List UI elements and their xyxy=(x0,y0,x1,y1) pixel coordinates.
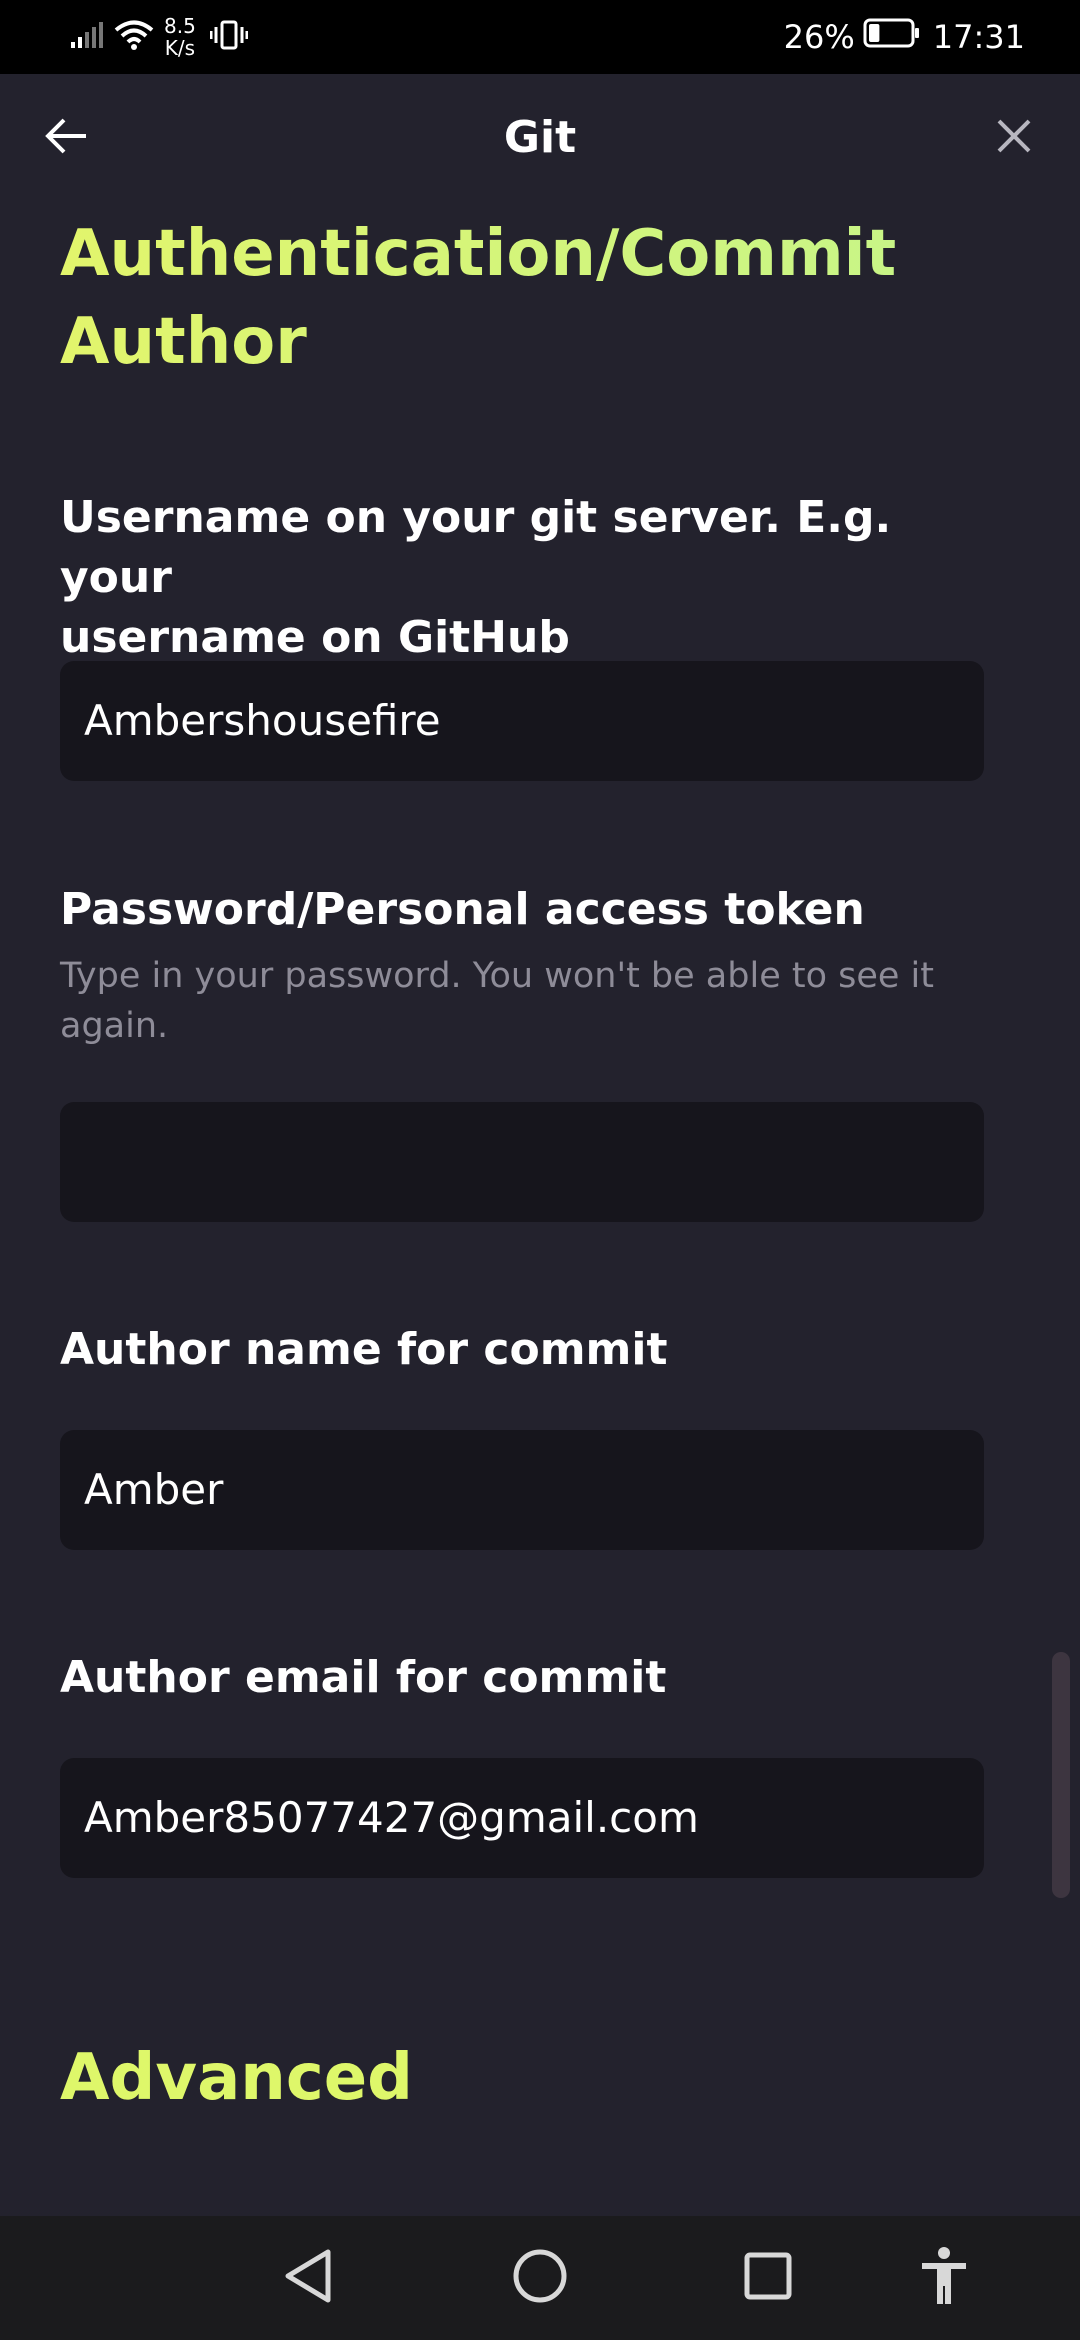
battery-icon xyxy=(863,18,921,56)
status-bar: 8.5 K/s 26% 17:31 xyxy=(0,0,1080,74)
battery-percent: 26% xyxy=(783,18,855,56)
wifi-icon xyxy=(114,19,154,55)
nav-home-button[interactable] xyxy=(500,2238,580,2318)
section-heading-auth: Authentication/Commit Author xyxy=(60,210,1000,386)
nav-bar xyxy=(0,2216,1080,2340)
scrollbar[interactable] xyxy=(1052,1652,1070,1898)
screen: 8.5 K/s 26% 17:31 Git Authentication/Com… xyxy=(0,0,1080,2340)
password-hint: Type in your password. You won't be able… xyxy=(60,951,960,1051)
clock: 17:31 xyxy=(932,18,1025,56)
nav-recents-button[interactable] xyxy=(728,2238,808,2318)
username-label: Username on your git server. E.g. your u… xyxy=(60,488,960,668)
close-button[interactable] xyxy=(984,108,1044,168)
triangle-back-icon xyxy=(282,2248,334,2308)
author-email-label: Author email for commit xyxy=(60,1652,667,1703)
nav-back-button[interactable] xyxy=(268,2238,348,2318)
password-input[interactable] xyxy=(60,1102,984,1222)
author-name-input[interactable]: Amber xyxy=(60,1430,984,1550)
app-bar: Git xyxy=(0,74,1080,208)
square-recents-icon xyxy=(743,2251,793,2305)
status-right: 26% 17:31 xyxy=(784,12,1025,62)
accessibility-icon xyxy=(919,2246,969,2310)
password-hint-line1: Type in your password. You won't be able… xyxy=(60,956,934,996)
author-name-label: Author name for commit xyxy=(60,1324,668,1375)
network-speed: 8.5 K/s xyxy=(164,15,196,59)
close-icon xyxy=(996,118,1032,158)
network-speed-value: 8.5 xyxy=(164,14,196,38)
username-input[interactable]: Ambershousefire xyxy=(60,661,984,781)
section-heading-auth-line2: Author xyxy=(60,305,307,379)
circle-home-icon xyxy=(512,2248,568,2308)
status-left: 8.5 K/s xyxy=(70,12,249,62)
page-title: Git xyxy=(503,112,577,163)
network-speed-unit: K/s xyxy=(164,36,196,60)
username-label-line1: Username on your git server. E.g. your xyxy=(60,492,892,603)
password-label: Password/Personal access token xyxy=(60,884,865,935)
section-heading-advanced: Advanced xyxy=(60,2041,413,2115)
vibrate-icon xyxy=(209,18,249,56)
password-hint-line2: again. xyxy=(60,1006,169,1046)
accessibility-button[interactable] xyxy=(904,2238,984,2318)
username-label-line2: username on GitHub xyxy=(60,612,570,663)
author-email-input[interactable]: Amber85077427@gmail.com xyxy=(60,1758,984,1878)
section-heading-auth-line1: Authentication/Commit xyxy=(60,217,897,291)
signal-icon xyxy=(70,20,104,54)
